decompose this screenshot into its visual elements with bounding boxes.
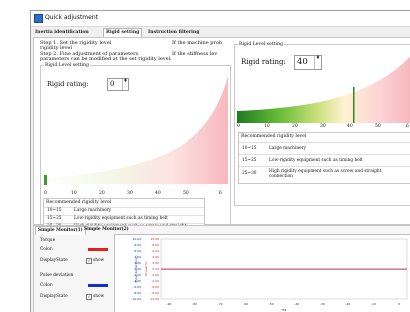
- left-group-title: Rigid Level setting: [44, 63, 90, 68]
- y-tick-left: -8.00: [133, 291, 141, 295]
- tab-inertia-identification[interactable]: Inertia identification: [33, 29, 91, 37]
- right-tick-10: 10: [264, 124, 270, 129]
- left-tick-20: 20: [99, 191, 105, 196]
- monitor-plot: 10.00 10.00 8.00 8.00 6.00 6.00 4.00 4.00 2.00 2.…: [114, 234, 410, 312]
- left-rigid-level-group: Rigid Level setting Rigid rating: 0 ▲▼: [40, 63, 231, 237]
- pulse-color-swatch[interactable]: [88, 284, 108, 287]
- x-tick: -50: [269, 302, 274, 306]
- row-desc: Large machinery: [269, 146, 307, 151]
- left-rigidity-curve: [44, 76, 228, 185]
- row-range: 15~25: [242, 158, 257, 163]
- x-tick: -40: [294, 302, 299, 306]
- y-tick-right: 10.00: [150, 237, 159, 241]
- pulse-title: Pulse deviation: [40, 273, 74, 278]
- rigid-setting-panel: Step 1. Set the rigidity level rigidity …: [33, 37, 410, 237]
- row-desc: Low-rigidity equipment such as timing be…: [74, 216, 168, 221]
- x-tick: 0: [398, 302, 400, 306]
- row-desc: Low-rigidity equipment such as timing be…: [269, 158, 363, 163]
- torque-color-label: Color:: [40, 247, 54, 252]
- tab-simple-monitor-1[interactable]: Simple Monitor(1): [35, 226, 86, 235]
- x-tick: -90: [167, 302, 172, 306]
- row-range: 10~15: [47, 208, 62, 213]
- x-tick: -80: [192, 302, 197, 306]
- pulse-display-label: DisplayState: [40, 294, 68, 299]
- right-tick-60: 6: [406, 124, 409, 129]
- left-tick-0: 0: [44, 191, 47, 196]
- row-range: 25~30: [242, 171, 257, 176]
- torque-color-swatch[interactable]: [88, 248, 108, 251]
- pulse-show-label: show: [93, 294, 105, 299]
- y-tick-right: 2.00: [152, 261, 159, 265]
- y-tick-right: 0.00: [152, 267, 159, 271]
- y-tick-right: 4.00: [152, 255, 159, 259]
- axis-right-title: Torque(%): [144, 261, 148, 277]
- y-tick-right: -8.00: [151, 291, 159, 295]
- right-tick-30: 30: [320, 124, 326, 129]
- torque-title: Torque: [40, 238, 56, 243]
- y-tick-right: -10.00: [149, 297, 159, 301]
- quick-adjustment-window: Quick adjustment Inertia identification …: [30, 10, 410, 312]
- step1-right-text: If the machine prob: [172, 40, 223, 46]
- row-desc-wrap: connection: [269, 174, 293, 179]
- x-tick: -30: [320, 302, 325, 306]
- left-tick-40: 40: [155, 191, 161, 196]
- x-tick: -10: [371, 302, 376, 306]
- window-title: Quick adjustment: [45, 14, 98, 21]
- tab-simple-monitor-2[interactable]: Simple Monitor(2): [82, 226, 131, 234]
- right-rigidity-curve: [237, 56, 410, 123]
- monitor-plot-svg: 10.00 10.008.00 8.006.00 6.004.00 4.002.00 2.…: [131, 237, 408, 312]
- pulse-show-checkbox[interactable]: ✓: [86, 294, 92, 300]
- torque-display-label: DisplayState: [40, 258, 68, 263]
- right-rigid-level-group: Rigid Level setting Rigid rating: 40 ▲▼: [234, 42, 410, 206]
- step2-wrap-text: parameters can be modified at the set ri…: [40, 56, 172, 62]
- axis-left-title: Pulse deviation(p): [134, 255, 138, 282]
- left-tick-30: 30: [127, 191, 133, 196]
- row-desc: Large machinery: [74, 208, 112, 213]
- left-tick-50: 50: [183, 191, 189, 196]
- right-tick-0: 0: [237, 124, 240, 129]
- table-row: 25~30 High rigidity equipment such as sc…: [239, 166, 410, 183]
- y-tick-left: -10.00: [131, 297, 141, 301]
- y-tick-right: -6.00: [151, 285, 159, 289]
- x-tick: -70: [218, 302, 223, 306]
- row-range: 15~25: [47, 216, 62, 221]
- y-tick-right: -2.00: [151, 273, 159, 277]
- right-tick-40: 40: [347, 124, 353, 129]
- right-recommended-table: Recommended rigidity level 10~15 Large m…: [238, 132, 410, 184]
- step2-right-text: If the stiffness lev: [172, 51, 218, 57]
- y-tick-left: 8.00: [134, 243, 141, 247]
- simple-monitor-panel: Simple Monitor(1) Simple Monitor(2) Torq…: [33, 225, 410, 312]
- x-tick: -60: [243, 302, 248, 306]
- left-recommended-title: Recommended rigidity level: [46, 200, 112, 205]
- row-range: 10~15: [242, 146, 257, 151]
- y-tick-right: 6.00: [152, 249, 159, 253]
- y-tick-left: -6.00: [133, 285, 141, 289]
- right-tick-20: 20: [292, 124, 298, 129]
- tab-instruction-filtering[interactable]: Instruction filtering: [146, 29, 201, 37]
- right-recommended-title: Recommended rigidity level: [241, 134, 307, 139]
- x-axis-title: ms: [282, 308, 287, 312]
- left-tick-10: 10: [71, 191, 77, 196]
- y-tick-right: 8.00: [152, 243, 159, 247]
- right-tick-50: 50: [375, 124, 381, 129]
- left-tick-60: 6: [219, 191, 222, 196]
- title-bar: Quick adjustment: [31, 11, 410, 27]
- pulse-color-label: Color:: [40, 283, 54, 288]
- y-tick-left: 10.00: [132, 237, 141, 241]
- x-tick: -20: [345, 302, 350, 306]
- app-icon: [34, 14, 43, 23]
- y-tick-left: 6.00: [134, 249, 141, 253]
- y-tick-right: -4.00: [151, 279, 159, 283]
- torque-show-checkbox[interactable]: ✓: [86, 258, 92, 264]
- torque-show-label: show: [93, 258, 105, 263]
